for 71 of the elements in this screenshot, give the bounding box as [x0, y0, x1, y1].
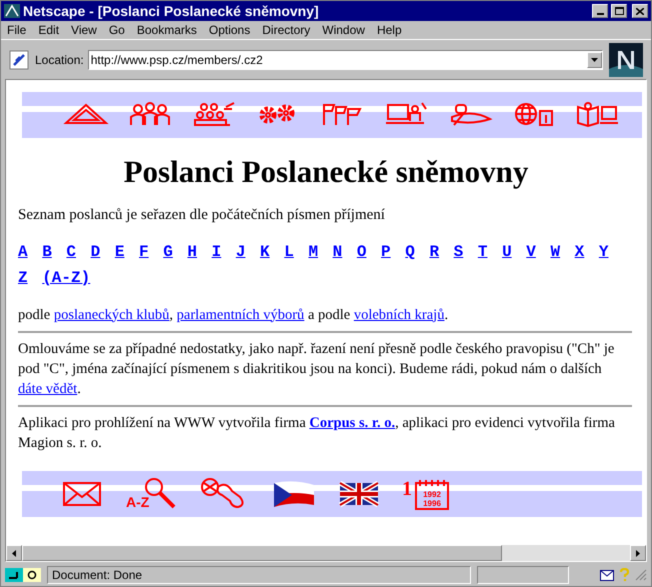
letter-link[interactable]: C: [66, 240, 76, 262]
letter-link[interactable]: B: [42, 240, 52, 262]
letter-link[interactable]: G: [163, 240, 173, 262]
mail-icon[interactable]: [600, 570, 614, 580]
left-arrow-icon: [12, 550, 16, 556]
credits-paragraph: Aplikaci pro prohlížení na WWW vytvořila firma Corpus s. r. o., aplikaci pro evidenci vytvořila firma Magion s. r. o.: [18, 414, 616, 452]
location-field[interactable]: http://www.psp.cz/members/.cz2: [88, 50, 603, 70]
menu-item[interactable]: Go: [108, 21, 125, 39]
window-title: Netscape - [Poslanci Poslanecké sněmovny]: [23, 2, 320, 21]
letter-link[interactable]: W: [550, 240, 560, 262]
letter-link[interactable]: F: [139, 240, 149, 262]
menu-item[interactable]: Edit: [38, 21, 60, 39]
close-icon: [636, 8, 644, 14]
letter-link[interactable]: Q: [405, 240, 415, 262]
page-heading: Poslanci Poslanecké sněmovny: [122, 154, 530, 190]
text-link[interactable]: poslaneckých klubů: [54, 306, 170, 322]
apology-paragraph: Omlouváme se za případné nedostatky, jako např. řazení není přesně podle českého pravopisu ("Ch" je pod "C", jména začínající písmenem s diakritikou jsou na konci). Budeme rádi, pokud nám o dalších dáte vědět.: [18, 340, 616, 398]
letter-link[interactable]: P: [381, 240, 391, 262]
text-link[interactable]: parlamentních výborů: [176, 306, 304, 322]
location-url: http://www.psp.cz/members/.cz2: [90, 52, 264, 68]
maximize-icon: [614, 7, 624, 15]
minimize-icon: [596, 13, 604, 15]
letter-link[interactable]: N: [332, 240, 342, 262]
app-icon: [4, 4, 20, 18]
letter-link[interactable]: J: [236, 240, 246, 262]
menu-item[interactable]: View: [71, 21, 97, 39]
letter-link[interactable]: H: [187, 240, 198, 262]
filter-sentence: podle poslaneckých klubů, parlamentních výborů a podle volebních krajů.: [18, 306, 450, 324]
horizontal-scrollbar[interactable]: [6, 545, 646, 561]
dropdown-button[interactable]: [587, 52, 602, 68]
letter-link[interactable]: R: [429, 240, 440, 262]
flag-icon[interactable]: [338, 478, 380, 508]
scroll-left-button[interactable]: [6, 545, 22, 561]
letter-link[interactable]: X: [574, 240, 584, 262]
letter-link[interactable]: E: [114, 240, 124, 262]
letter-link[interactable]: U: [502, 240, 512, 262]
letter-link[interactable]: D: [90, 240, 100, 262]
resize-grip-icon[interactable]: [635, 569, 647, 581]
scroll-right-button[interactable]: [630, 545, 646, 561]
menu-item[interactable]: Window: [322, 21, 365, 39]
menu-item[interactable]: Options: [208, 21, 250, 39]
letter-link[interactable]: (A-Z): [42, 266, 90, 288]
logo-icon[interactable]: [609, 42, 643, 76]
minimize-button[interactable]: [592, 4, 608, 18]
right-arrow-icon: [636, 550, 640, 556]
letter-link[interactable]: S: [454, 240, 464, 262]
letter-link[interactable]: K: [260, 240, 270, 262]
text-link[interactable]: dáte vědět: [18, 380, 78, 396]
text-link[interactable]: volebních krajů: [354, 306, 444, 322]
letter-link[interactable]: A: [18, 240, 28, 262]
letter-link[interactable]: V: [526, 240, 536, 262]
location-label: Location:: [35, 52, 84, 68]
intro-text: Seznam poslanců je seřazen dle počátečních písmen příjmení: [18, 206, 386, 225]
letter-link[interactable]: M: [308, 240, 318, 262]
close-button[interactable]: [632, 4, 648, 18]
caret-icon: [591, 58, 598, 62]
letter-link[interactable]: Y: [598, 240, 608, 262]
letter-link[interactable]: I: [212, 240, 222, 262]
flag-icon[interactable]: [272, 478, 316, 508]
maximize-button[interactable]: [611, 4, 627, 18]
text-link[interactable]: Corpus s. r. o.: [309, 414, 396, 430]
letter-link[interactable]: L: [284, 240, 294, 262]
menu-item[interactable]: File: [7, 21, 26, 39]
letter-link[interactable]: T: [478, 240, 488, 262]
menu-item[interactable]: Bookmarks: [136, 21, 197, 39]
menu-item[interactable]: Directory: [262, 21, 310, 39]
menu-item[interactable]: Help: [376, 21, 402, 39]
scroll-thumb[interactable]: [22, 545, 502, 561]
letter-link[interactable]: O: [356, 240, 366, 262]
status-text: Document: Done: [52, 567, 142, 584]
letter-link[interactable]: Z: [18, 266, 28, 288]
